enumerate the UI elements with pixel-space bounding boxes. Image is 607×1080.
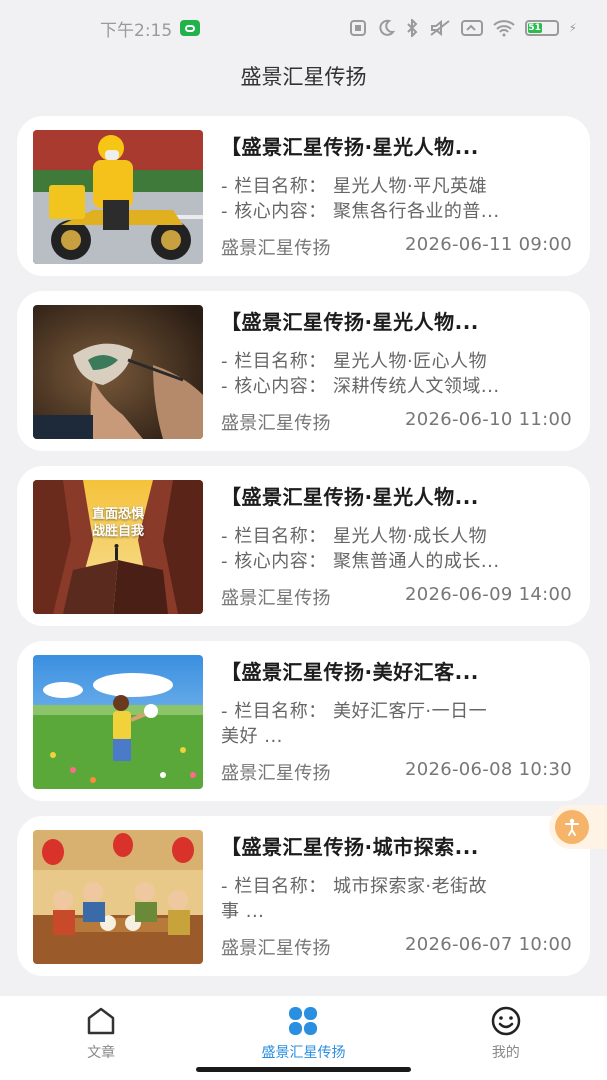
accessibility-button[interactable] — [549, 805, 607, 849]
article-title: 【盛景汇星传扬·星光人物... — [221, 135, 479, 159]
bluetooth-icon — [406, 19, 417, 37]
status-time: 下午2:15 — [100, 20, 173, 41]
article-column-name: - 栏目名称： 星光人物·成长人物 — [221, 526, 488, 547]
status-bar: 下午2:15 51 ⚡ — [0, 0, 607, 56]
article-column-name: - 栏目名称： 美好汇客厅·一日一 — [221, 701, 488, 722]
tab-label: 我的 — [491, 1045, 520, 1061]
article-title: 【盛景汇星传扬·城市探索... — [221, 835, 479, 859]
article-column-name: - 栏目名称： 城市探索家·老街故 — [221, 876, 488, 897]
home-icon — [87, 1007, 115, 1035]
tab-articles[interactable]: 文章 — [11, 1006, 191, 1062]
article-thumbnail — [33, 830, 203, 964]
article-thumbnail — [33, 305, 203, 439]
article-core-content: - 核心内容： 聚焦普通人的成长... — [221, 551, 500, 572]
article-date: 2026-06-11 09:00 — [404, 234, 572, 255]
article-thumbnail — [33, 130, 203, 264]
tab-label: 文章 — [87, 1045, 116, 1061]
charging-icon: ⚡ — [568, 21, 577, 35]
thumbnail-caption: 直面恐惧 — [91, 507, 144, 522]
article-title: 【盛景汇星传扬·星光人物... — [221, 310, 479, 334]
article-card[interactable]: 直面恐惧 战胜自我 【盛景汇星传扬·星光人物... - 栏目名称： 星光人物·成… — [17, 466, 590, 626]
article-date: 2026-06-10 11:00 — [404, 409, 572, 430]
tab-mine[interactable]: 我的 — [416, 1006, 596, 1062]
mute-icon — [429, 19, 450, 37]
article-date: 2026-06-08 10:30 — [404, 759, 572, 780]
tab-shengjing[interactable]: 盛景汇星传扬 — [213, 1006, 393, 1062]
article-date: 2026-06-07 10:00 — [404, 934, 572, 955]
article-card[interactable]: 【盛景汇星传扬·美好汇客... - 栏目名称： 美好汇客厅·一日一 美好 ...… — [17, 641, 590, 801]
article-column-name: - 栏目名称： 星光人物·平凡英雄 — [221, 176, 488, 197]
thumbnail-caption: 战胜自我 — [91, 524, 144, 539]
article-card[interactable]: 【盛景汇星传扬·城市探索... - 栏目名称： 城市探索家·老街故 事 ... … — [17, 816, 590, 976]
tab-label: 盛景汇星传扬 — [261, 1045, 346, 1061]
battery-icon: 51 — [524, 20, 559, 36]
article-source: 盛景汇星传扬 — [221, 763, 331, 784]
article-card[interactable]: 【盛景汇星传扬·星光人物... - 栏目名称： 星光人物·平凡英雄 - 核心内容… — [17, 116, 590, 276]
sim-icon — [460, 20, 483, 36]
article-column-name-continued: 美好 ... — [221, 726, 283, 747]
article-source: 盛景汇星传扬 — [221, 588, 331, 609]
article-column-name: - 栏目名称： 星光人物·匠心人物 — [221, 351, 488, 372]
article-source: 盛景汇星传扬 — [221, 938, 331, 959]
article-title: 【盛景汇星传扬·星光人物... — [221, 485, 479, 509]
grid-icon — [289, 1007, 318, 1035]
article-column-name-continued: 事 ... — [221, 901, 265, 922]
article-core-content: - 核心内容： 聚焦各行各业的普... — [221, 201, 500, 222]
accessibility-icon — [555, 810, 589, 844]
smile-icon — [491, 1006, 521, 1036]
article-thumbnail: 直面恐惧 战胜自我 — [33, 480, 203, 614]
page-title: 盛景汇星传扬 — [240, 65, 367, 89]
home-indicator[interactable] — [196, 1067, 411, 1072]
article-list: 【盛景汇星传扬·星光人物... - 栏目名称： 星光人物·平凡英雄 - 核心内容… — [17, 116, 590, 991]
article-card[interactable]: 【盛景汇星传扬·星光人物... - 栏目名称： 星光人物·匠心人物 - 核心内容… — [17, 291, 590, 451]
wechat-notification-icon — [180, 20, 201, 36]
nfc-icon — [349, 20, 366, 36]
article-date: 2026-06-09 14:00 — [404, 584, 572, 605]
article-source: 盛景汇星传扬 — [221, 238, 331, 259]
article-title: 【盛景汇星传扬·美好汇客... — [221, 660, 479, 684]
moon-icon — [378, 19, 395, 36]
article-thumbnail — [33, 655, 203, 789]
battery-level: 51 — [527, 23, 542, 33]
article-source: 盛景汇星传扬 — [221, 413, 331, 434]
article-core-content: - 核心内容： 深耕传统人文领域... — [221, 376, 500, 397]
wifi-icon — [492, 20, 515, 37]
